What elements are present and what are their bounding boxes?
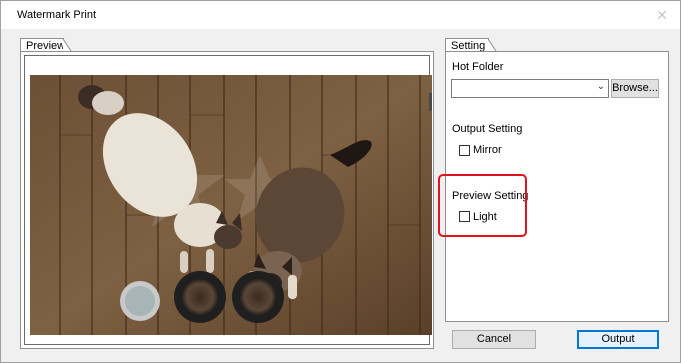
mirror-label: Mirror — [473, 144, 502, 156]
output-setting-label: Output Setting — [452, 123, 523, 135]
preview-frame — [24, 55, 432, 345]
output-button[interactable]: Output — [577, 330, 659, 349]
close-icon[interactable]: ✕ — [652, 5, 672, 25]
hot-folder-dropdown[interactable]: ⌄ — [451, 79, 609, 98]
watermark-print-dialog: Watermark Print ✕ Preview Setting Hot Fo… — [0, 0, 681, 363]
preview-image — [30, 75, 432, 335]
preview-setting-highlight — [438, 174, 527, 237]
mirror-checkbox[interactable] — [459, 145, 470, 156]
window-title: Watermark Print — [17, 9, 97, 21]
chevron-down-icon[interactable]: ⌄ — [597, 81, 605, 92]
title-bar: Watermark Print ✕ — [1, 1, 680, 29]
cancel-button[interactable]: Cancel — [452, 330, 536, 349]
hot-folder-label: Hot Folder — [452, 61, 504, 73]
browse-button[interactable]: Browse... — [611, 79, 659, 98]
preview-panel — [20, 51, 434, 349]
cats-photo-illustration — [30, 75, 432, 335]
preview-scroll-marker — [429, 93, 432, 111]
